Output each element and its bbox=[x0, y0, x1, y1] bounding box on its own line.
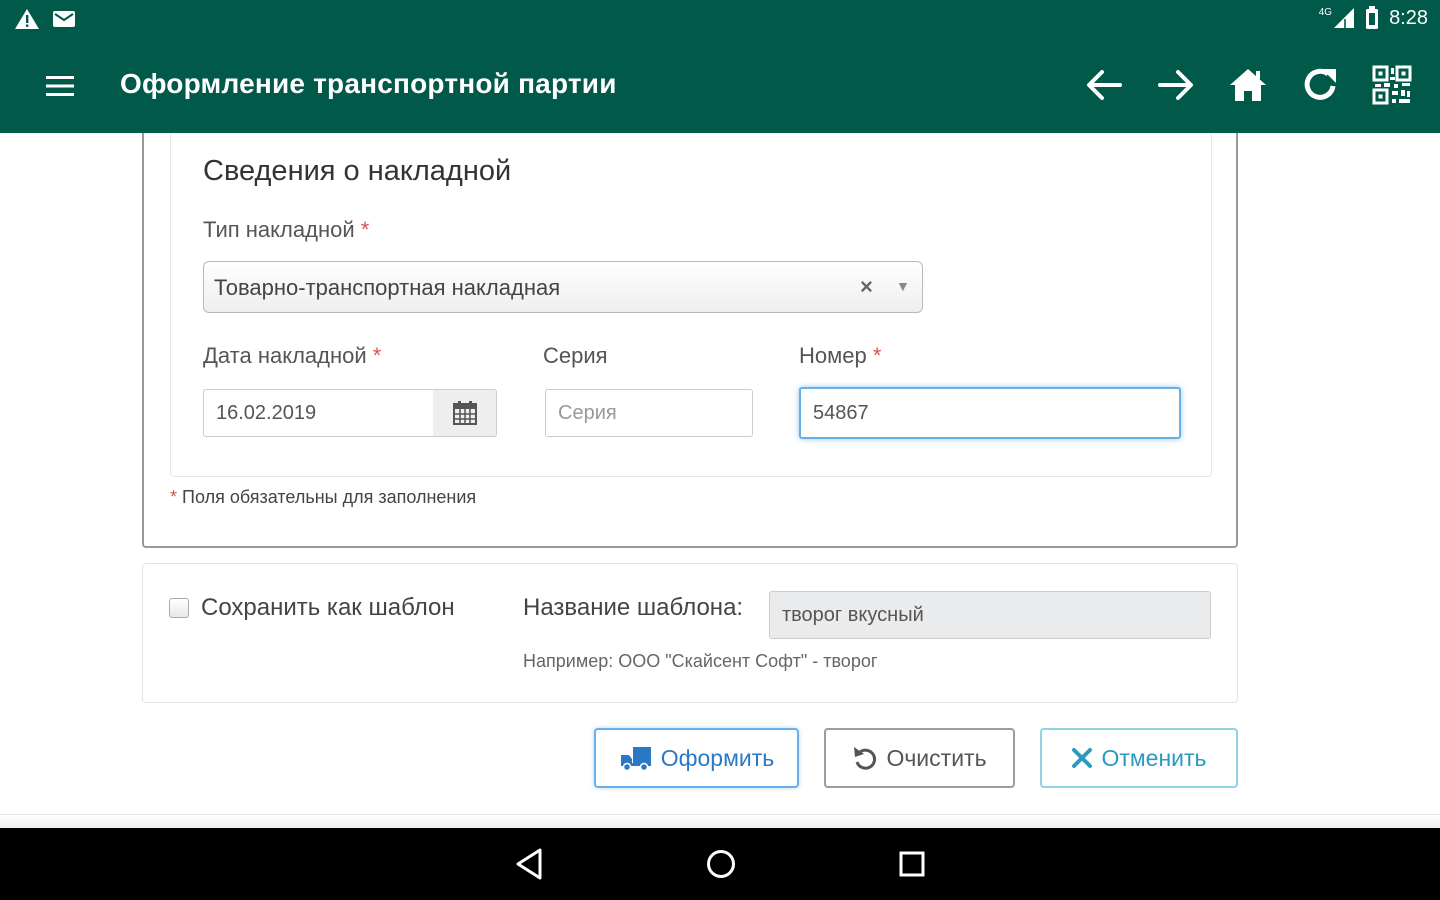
invoice-details-panel: Сведения о накладной Тип накладной * Тов… bbox=[170, 133, 1212, 477]
nav-back-button[interactable] bbox=[504, 842, 554, 886]
menu-button[interactable] bbox=[36, 64, 84, 108]
page-title: Оформление транспортной партии bbox=[120, 68, 617, 99]
save-template-label[interactable]: Сохранить как шаблон bbox=[201, 594, 455, 622]
submit-button[interactable]: Оформить bbox=[594, 728, 799, 788]
refresh-icon bbox=[1304, 68, 1336, 100]
back-button[interactable] bbox=[1080, 60, 1128, 110]
forward-arrow-icon bbox=[1158, 70, 1193, 100]
template-name-label: Название шаблона: bbox=[523, 594, 744, 621]
invoice-number-label: Номер * bbox=[799, 343, 881, 369]
invoice-type-value: Товарно-транспортная накладная bbox=[214, 275, 561, 300]
status-bar: 4G 8:28 bbox=[0, 0, 1440, 40]
calendar-icon bbox=[452, 401, 477, 425]
invoice-date-label-text: Дата накладной bbox=[203, 343, 367, 368]
invoice-date-label: Дата накладной * bbox=[203, 343, 381, 369]
invoice-type-select[interactable]: Товарно-транспортная накладная × ▼ bbox=[203, 261, 923, 313]
refresh-button[interactable] bbox=[1296, 60, 1344, 110]
mail-icon bbox=[52, 9, 76, 29]
required-mark: * bbox=[170, 487, 178, 507]
clear-selection-icon[interactable]: × bbox=[860, 274, 873, 300]
clock: 8:28 bbox=[1389, 6, 1428, 29]
invoice-series-label: Серия bbox=[543, 343, 608, 368]
required-mark: * bbox=[360, 217, 370, 242]
section-title: Сведения о накладной bbox=[203, 155, 512, 187]
battery-icon bbox=[1365, 6, 1379, 30]
cancel-button[interactable]: Отменить bbox=[1040, 728, 1238, 788]
save-template-checkbox[interactable] bbox=[169, 598, 189, 618]
home-button[interactable] bbox=[1224, 60, 1272, 110]
nav-home-button[interactable] bbox=[696, 842, 746, 886]
system-nav-bar bbox=[0, 828, 1440, 900]
square-recents-icon bbox=[899, 851, 925, 877]
warning-icon bbox=[14, 8, 40, 30]
undo-icon bbox=[854, 747, 877, 770]
invoice-date-input[interactable] bbox=[203, 389, 435, 437]
required-fields-note: * Поля обязательны для заполнения bbox=[170, 487, 476, 508]
back-arrow-icon bbox=[1087, 70, 1122, 100]
invoice-number-label-text: Номер bbox=[799, 343, 867, 368]
required-note-text: Поля обязательны для заполнения bbox=[182, 487, 477, 507]
network-type: 4G bbox=[1318, 7, 1333, 18]
required-mark: * bbox=[872, 343, 882, 368]
invoice-type-label-text: Тип накладной bbox=[203, 217, 355, 242]
nav-recents-button[interactable] bbox=[887, 842, 937, 886]
app-bar: Оформление транспортной партии bbox=[0, 40, 1440, 133]
template-name-input[interactable] bbox=[769, 591, 1211, 639]
forward-button[interactable] bbox=[1152, 60, 1200, 110]
invoice-form-panel: Сведения о накладной Тип накладной * Тов… bbox=[142, 133, 1238, 548]
chevron-down-icon[interactable]: ▼ bbox=[896, 278, 910, 294]
required-mark: * bbox=[372, 343, 382, 368]
invoice-number-input[interactable] bbox=[799, 387, 1181, 439]
page-content: Сведения о накладной Тип накладной * Тов… bbox=[0, 133, 1440, 828]
triangle-back-icon bbox=[516, 848, 542, 880]
menu-icon bbox=[46, 76, 74, 96]
clear-button[interactable]: Очистить bbox=[824, 728, 1015, 788]
qr-code-icon bbox=[1372, 65, 1412, 105]
qr-scan-button[interactable] bbox=[1368, 60, 1416, 110]
submit-button-label: Оформить bbox=[660, 744, 775, 771]
date-picker-button[interactable] bbox=[433, 389, 497, 437]
circle-home-icon bbox=[707, 850, 735, 878]
cancel-button-label: Отменить bbox=[1101, 744, 1207, 771]
invoice-type-label: Тип накладной * bbox=[203, 217, 369, 243]
clear-button-label: Очистить bbox=[886, 744, 987, 771]
home-icon bbox=[1230, 69, 1266, 101]
close-icon bbox=[1072, 748, 1093, 768]
template-panel: Сохранить как шаблон Название шаблона: Н… bbox=[142, 563, 1238, 703]
invoice-series-input[interactable] bbox=[545, 389, 753, 437]
template-help-text: Например: ООО "Скайсент Софт" - творог bbox=[523, 651, 878, 671]
content-divider bbox=[0, 814, 1440, 828]
signal-icon: 4G bbox=[1319, 7, 1355, 29]
truck-icon bbox=[620, 747, 651, 771]
